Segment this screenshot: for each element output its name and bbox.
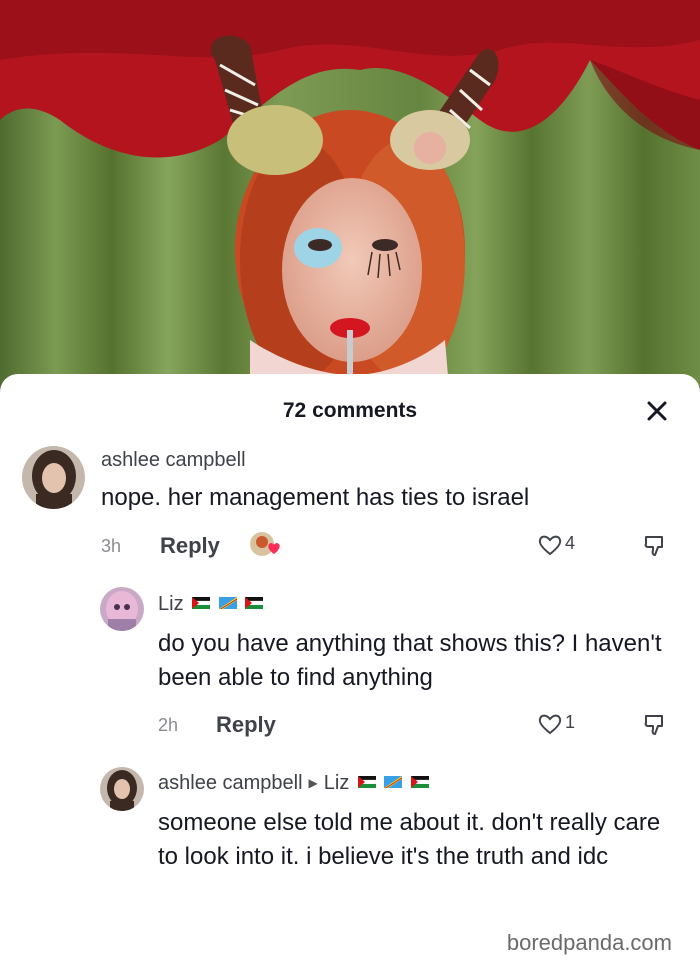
like-button[interactable]: 1 <box>537 711 587 737</box>
like-button[interactable]: 4 <box>537 532 587 558</box>
author-name: Liz <box>158 593 184 615</box>
congo-flag-icon <box>384 776 403 788</box>
comment-author[interactable]: Liz <box>158 591 264 617</box>
reply-button[interactable]: Reply <box>216 712 276 738</box>
comment-time: 3h <box>101 536 122 556</box>
palestine-flag-icon <box>411 776 430 788</box>
avatar[interactable] <box>22 446 85 509</box>
comment-text: nope. her management has ties to israel <box>101 484 530 511</box>
comment-author[interactable]: ashlee campbell ▶ Liz <box>158 770 430 796</box>
comments-header: 72 comments <box>0 396 700 426</box>
video-frame[interactable] <box>0 0 700 400</box>
heart-icon <box>538 535 562 556</box>
palestine-flag-icon <box>357 776 376 788</box>
video-still-image <box>0 0 700 400</box>
reply-arrow-icon: ▶ <box>308 776 318 790</box>
palestine-flag-icon <box>192 597 211 609</box>
like-count: 1 <box>565 712 576 732</box>
dislike-button[interactable] <box>642 712 668 738</box>
comment-time: 2h <box>158 715 179 735</box>
avatar[interactable] <box>100 767 144 811</box>
avatar[interactable] <box>100 587 144 631</box>
congo-flag-icon <box>218 597 237 609</box>
watermark: boredpanda.com <box>506 930 672 955</box>
like-count: 4 <box>565 533 576 553</box>
thumbs-down-icon <box>644 715 663 735</box>
comment-text: do you have anything that shows this? I … <box>158 630 662 691</box>
close-icon[interactable] <box>644 398 670 424</box>
author-name: ashlee campbell <box>158 772 303 794</box>
comment-text: someone else told me about it. don't rea… <box>158 809 661 870</box>
dislike-button[interactable] <box>642 533 668 559</box>
thumbs-down-icon <box>644 536 663 556</box>
palestine-flag-icon <box>245 597 264 609</box>
comment-count: 72 comments <box>282 399 418 422</box>
reply-button[interactable]: Reply <box>160 533 220 559</box>
comment-author[interactable]: ashlee campbell <box>101 447 246 473</box>
creator-liked-badge <box>247 530 285 560</box>
reply-to-name[interactable]: Liz <box>324 772 350 794</box>
heart-icon <box>538 714 562 735</box>
